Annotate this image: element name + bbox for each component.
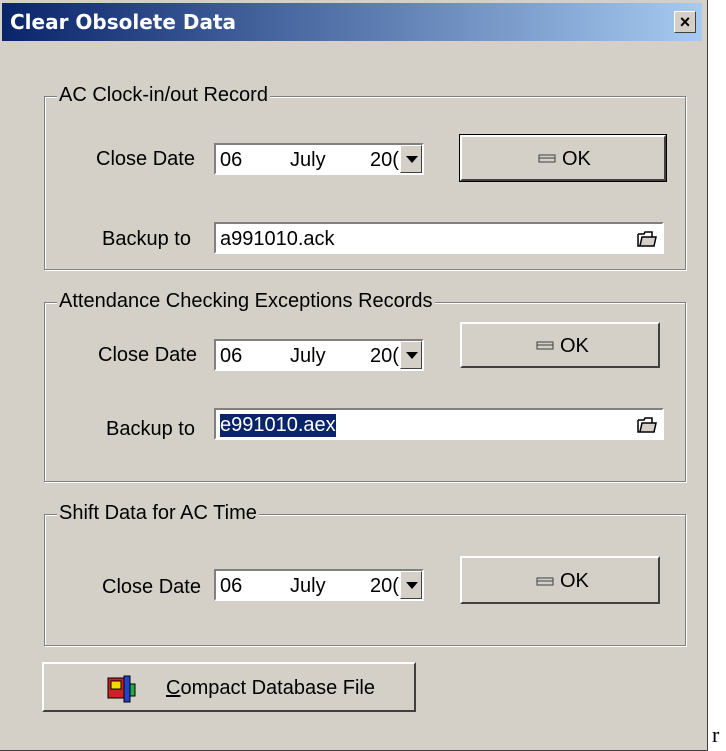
compact-database-button[interactable]: Compact Database File [42, 662, 416, 712]
shift-ok-label: OK [560, 570, 589, 592]
close-button[interactable]: × [674, 11, 696, 33]
exceptions-backup-label: Backup to [106, 418, 195, 440]
shift-close-date-picker[interactable]: 06 July 20( [214, 569, 424, 601]
eraser-icon [538, 154, 556, 163]
eraser-icon [536, 341, 554, 350]
dropdown-arrow-icon[interactable] [400, 145, 422, 173]
clock-date-year: 20( [370, 149, 399, 171]
exceptions-close-date-picker[interactable]: 06 July 20( [214, 339, 424, 371]
shift-close-date-label: Close Date [102, 576, 201, 598]
exceptions-backup-field[interactable]: e991010.aex [214, 408, 664, 440]
shift-date-year: 20( [370, 575, 399, 597]
exceptions-ok-label: OK [560, 335, 589, 357]
clock-backup-label: Backup to [102, 228, 191, 250]
clock-backup-value: a991010.ack [220, 228, 335, 250]
eraser-icon [536, 577, 554, 586]
stray-character: r [712, 722, 720, 747]
clock-close-date-picker[interactable]: 06 July 20( [214, 143, 424, 175]
close-icon: × [679, 12, 691, 32]
dropdown-arrow-icon[interactable] [400, 571, 422, 599]
exceptions-backup-value: e991010.aex [220, 414, 336, 437]
clock-backup-field[interactable]: a991010.ack [214, 222, 664, 254]
clock-date-month: July [290, 149, 326, 171]
database-compress-icon [107, 675, 136, 703]
shift-data-group-title: Shift Data for AC Time [57, 502, 259, 525]
open-folder-icon[interactable] [636, 227, 658, 249]
dropdown-arrow-icon[interactable] [400, 341, 422, 369]
exceptions-close-date-label: Close Date [98, 344, 197, 366]
exceptions-group-title: Attendance Checking Exceptions Records [57, 290, 435, 313]
shift-ok-button[interactable]: OK [460, 556, 660, 604]
clock-close-date-label: Close Date [96, 148, 195, 170]
exceptions-date-year: 20( [370, 345, 399, 367]
clock-record-group-title: AC Clock-in/out Record [57, 84, 270, 107]
clock-date-day: 06 [220, 149, 243, 171]
clock-ok-label: OK [562, 148, 591, 170]
clock-ok-button[interactable]: OK [459, 134, 667, 182]
shift-date-month: July [290, 575, 326, 597]
window-title: Clear Obsolete Data [10, 10, 237, 34]
shift-date-day: 06 [220, 575, 243, 597]
clear-obsolete-data-dialog: Clear Obsolete Data × AC Clock-in/out Re… [0, 0, 708, 751]
title-bar: Clear Obsolete Data × [2, 3, 702, 41]
exceptions-date-month: July [290, 345, 326, 367]
exceptions-date-day: 06 [220, 345, 243, 367]
open-folder-icon[interactable] [636, 413, 658, 435]
compact-database-label: Compact Database File [166, 677, 375, 699]
exceptions-ok-button[interactable]: OK [460, 322, 660, 368]
